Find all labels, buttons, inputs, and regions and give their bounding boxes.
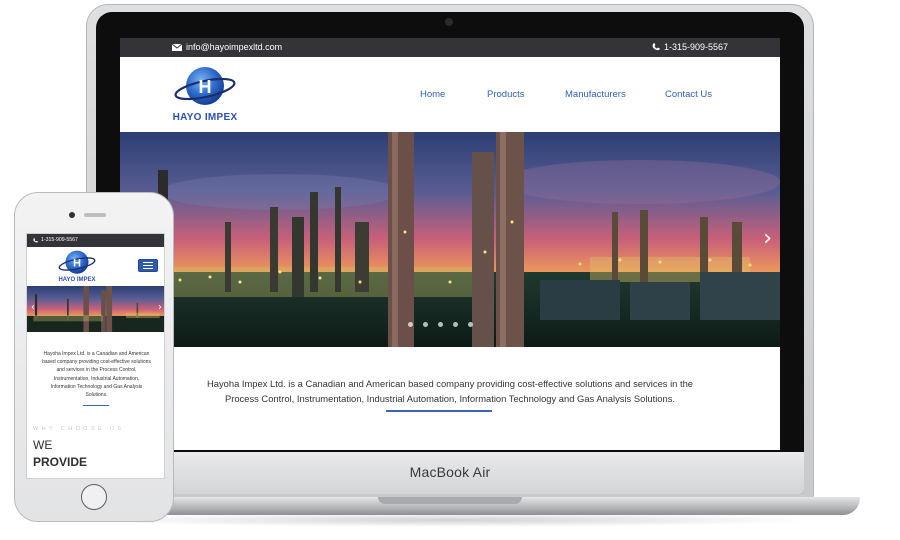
mobile-intro-divider (83, 405, 109, 406)
contact-topbar: info@hayoimpexltd.com 1-315-909-5567 (120, 38, 780, 57)
mobile-contact-topbar: 1-315-909-5567 (27, 234, 164, 247)
phone-icon (33, 237, 38, 242)
hayo-impex-logo[interactable]: H HAYO IMPEX (172, 65, 238, 127)
phone-icon (652, 43, 660, 51)
nav-products[interactable]: Products (487, 89, 525, 100)
slider-dots (408, 322, 473, 327)
phone-speaker (84, 213, 106, 217)
svg-text:H: H (199, 77, 212, 97)
slider-dot[interactable] (423, 322, 428, 327)
globe-logo-icon: H (58, 250, 96, 274)
mobile-logo-text: HAYO IMPEX (58, 277, 96, 283)
slider-dot[interactable] (408, 322, 413, 327)
hero-slider: › (120, 132, 780, 347)
refinery-sunset-image (120, 132, 780, 347)
slider-dot[interactable] (468, 322, 473, 327)
section-heading-line1: WE (33, 438, 53, 452)
intro-divider (386, 410, 492, 412)
chevron-left-icon[interactable]: ‹ (31, 303, 35, 313)
email-contact[interactable]: info@hayoimpexltd.com (172, 42, 282, 52)
nav-contact-us[interactable]: Contact Us (665, 89, 712, 100)
mobile-phone-text[interactable]: 1-315-909-5567 (41, 237, 78, 243)
nav-manufacturers[interactable]: Manufacturers (565, 89, 626, 100)
site-header: H HAYO IMPEX Home Products Manufacturers… (120, 57, 780, 132)
refinery-sunset-image (27, 286, 164, 332)
nav-home[interactable]: Home (420, 89, 445, 100)
chevron-right-icon[interactable]: › (158, 303, 162, 313)
mobile-phone-contact[interactable]: 1-315-909-5567 (33, 237, 78, 243)
laptop-camera (445, 18, 453, 26)
chevron-right-icon[interactable]: › (763, 228, 772, 250)
logo-text: HAYO IMPEX (172, 112, 238, 123)
hamburger-menu-icon[interactable] (138, 259, 158, 272)
why-choose-us-eyebrow: WHY CHOOSE US (33, 426, 125, 432)
mobile-website: 1-315-909-5567 H HAYO IMPEX ‹ › Hayoha I… (26, 233, 165, 479)
svg-text:H: H (73, 257, 81, 269)
phone-camera (69, 212, 75, 218)
phone-contact[interactable]: 1-315-909-5567 (652, 42, 728, 52)
phone-home-button[interactable] (81, 484, 107, 510)
mobile-intro-paragraph: Hayoha Impex Ltd. is a Canadian and Amer… (42, 351, 151, 399)
laptop-shadow (80, 513, 820, 527)
mobile-hayo-impex-logo[interactable]: H HAYO IMPEX (57, 249, 97, 287)
envelope-icon (172, 43, 182, 51)
laptop-notch (378, 497, 522, 504)
slider-dot[interactable] (453, 322, 458, 327)
email-text[interactable]: info@hayoimpexltd.com (186, 42, 282, 52)
mobile-hero-slider: ‹ › (27, 286, 164, 332)
section-heading-line2: PROVIDE (33, 455, 88, 469)
globe-logo-icon: H (174, 67, 236, 105)
slider-dot[interactable] (438, 322, 443, 327)
intro-paragraph: Hayoha Impex Ltd. is a Canadian and Amer… (206, 378, 694, 404)
phone-text[interactable]: 1-315-909-5567 (664, 42, 728, 52)
